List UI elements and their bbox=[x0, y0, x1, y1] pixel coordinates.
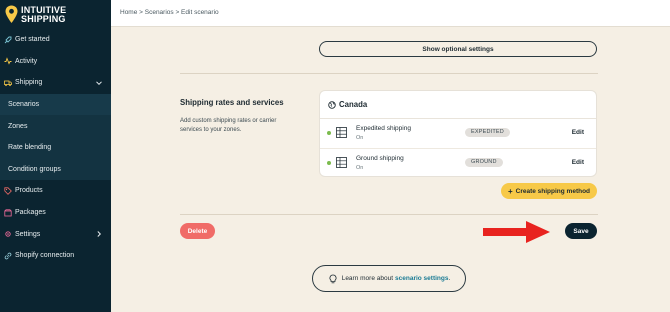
sidebar-item-label: Settings bbox=[15, 230, 41, 238]
sidebar-item-shopify-connection[interactable]: Shopify connection bbox=[0, 245, 111, 267]
sidebar: INTUITIVE SHIPPING Get started Activity … bbox=[0, 0, 111, 312]
sidebar-item-label: Shipping bbox=[15, 79, 43, 87]
status-dot bbox=[327, 161, 331, 165]
map-pin-icon bbox=[5, 5, 18, 23]
sidebar-item-label: Condition groups bbox=[8, 165, 61, 173]
sidebar-item-packages[interactable]: Packages bbox=[0, 202, 111, 224]
zone-card: Canada Expedited shipping On EXPEDITED E… bbox=[319, 90, 597, 177]
scenario-settings-link[interactable]: scenario settings bbox=[395, 275, 448, 282]
sidebar-item-label: Packages bbox=[15, 209, 46, 217]
create-shipping-method-button[interactable]: + Create shipping method bbox=[501, 183, 597, 199]
brand-name: INTUITIVE SHIPPING bbox=[21, 6, 66, 24]
status-dot bbox=[327, 131, 331, 135]
sidebar-item-settings[interactable]: Settings bbox=[0, 223, 111, 245]
create-shipping-method-label: Create shipping method bbox=[515, 187, 591, 195]
sidebar-item-shipping[interactable]: Shipping bbox=[0, 72, 111, 94]
sidebar-item-products[interactable]: Products bbox=[0, 180, 111, 202]
top-bar: Home > Scenarios > Edit scenario bbox=[111, 0, 670, 27]
sidebar-item-get-started[interactable]: Get started bbox=[0, 29, 111, 51]
sidebar-nav: Get started Activity Shipping Scenarios … bbox=[0, 29, 111, 267]
learn-more-text: Learn more about bbox=[341, 275, 394, 282]
truck-icon bbox=[4, 79, 12, 87]
learn-more-suffix: . bbox=[448, 275, 451, 282]
sidebar-item-label: Rate blending bbox=[8, 144, 52, 152]
gear-icon bbox=[4, 230, 12, 238]
edit-method-button[interactable]: Edit bbox=[572, 129, 584, 136]
sidebar-item-label: Products bbox=[15, 187, 43, 195]
chevron-right-icon[interactable] bbox=[95, 230, 103, 238]
section-description: Add custom shipping rates or carrier ser… bbox=[180, 118, 277, 133]
method-status: On bbox=[356, 165, 364, 171]
logo[interactable]: INTUITIVE SHIPPING bbox=[5, 5, 107, 25]
link-icon bbox=[4, 252, 12, 260]
sidebar-item-label: Activity bbox=[15, 57, 38, 65]
box-icon bbox=[4, 208, 12, 217]
sidebar-item-label: Get started bbox=[15, 36, 50, 44]
breadcrumb[interactable]: Home > Scenarios > Edit scenario bbox=[120, 9, 219, 16]
plus-icon: + bbox=[507, 186, 513, 196]
sidebar-item-scenarios[interactable]: Scenarios bbox=[0, 93, 111, 116]
method-tag: EXPEDITED bbox=[465, 128, 510, 137]
sidebar-item-zones[interactable]: Zones bbox=[0, 115, 111, 137]
rocket-icon bbox=[4, 36, 12, 44]
delete-button[interactable]: Delete bbox=[180, 223, 215, 239]
shipping-method-row[interactable]: Ground shipping On GROUND Edit bbox=[320, 148, 596, 176]
pulse-icon bbox=[4, 57, 12, 65]
zone-name: Canada bbox=[339, 100, 368, 109]
method-tag: GROUND bbox=[465, 158, 503, 167]
divider bbox=[180, 214, 598, 215]
method-name: Ground shipping bbox=[356, 155, 404, 162]
save-button[interactable]: Save bbox=[565, 223, 597, 239]
table-icon bbox=[336, 127, 347, 138]
lightbulb-icon bbox=[329, 274, 337, 283]
sidebar-item-label: Shopify connection bbox=[15, 252, 75, 260]
method-name: Expedited shipping bbox=[356, 125, 411, 132]
sidebar-item-label: Scenarios bbox=[8, 101, 40, 109]
tag-icon bbox=[4, 187, 12, 195]
zone-header: Canada bbox=[320, 91, 596, 119]
brand-line-2: SHIPPING bbox=[21, 14, 66, 24]
globe-icon bbox=[328, 100, 336, 109]
sidebar-item-label: Zones bbox=[8, 122, 28, 130]
section-title: Shipping rates and services bbox=[180, 98, 284, 107]
table-icon bbox=[336, 157, 347, 168]
red-arrow-icon bbox=[483, 221, 550, 243]
sidebar-item-rate-blending[interactable]: Rate blending bbox=[0, 136, 111, 159]
edit-method-button[interactable]: Edit bbox=[572, 159, 584, 166]
method-status: On bbox=[356, 135, 364, 141]
divider bbox=[180, 73, 598, 74]
learn-more-banner: Learn more about scenario settings . bbox=[312, 265, 466, 292]
show-optional-settings-button[interactable]: Show optional settings bbox=[319, 41, 597, 57]
sidebar-item-activity[interactable]: Activity bbox=[0, 51, 111, 73]
chevron-down-icon[interactable] bbox=[95, 79, 103, 87]
shipping-method-row[interactable]: Expedited shipping On EXPEDITED Edit bbox=[320, 119, 596, 148]
sidebar-item-condition-groups[interactable]: Condition groups bbox=[0, 158, 111, 181]
